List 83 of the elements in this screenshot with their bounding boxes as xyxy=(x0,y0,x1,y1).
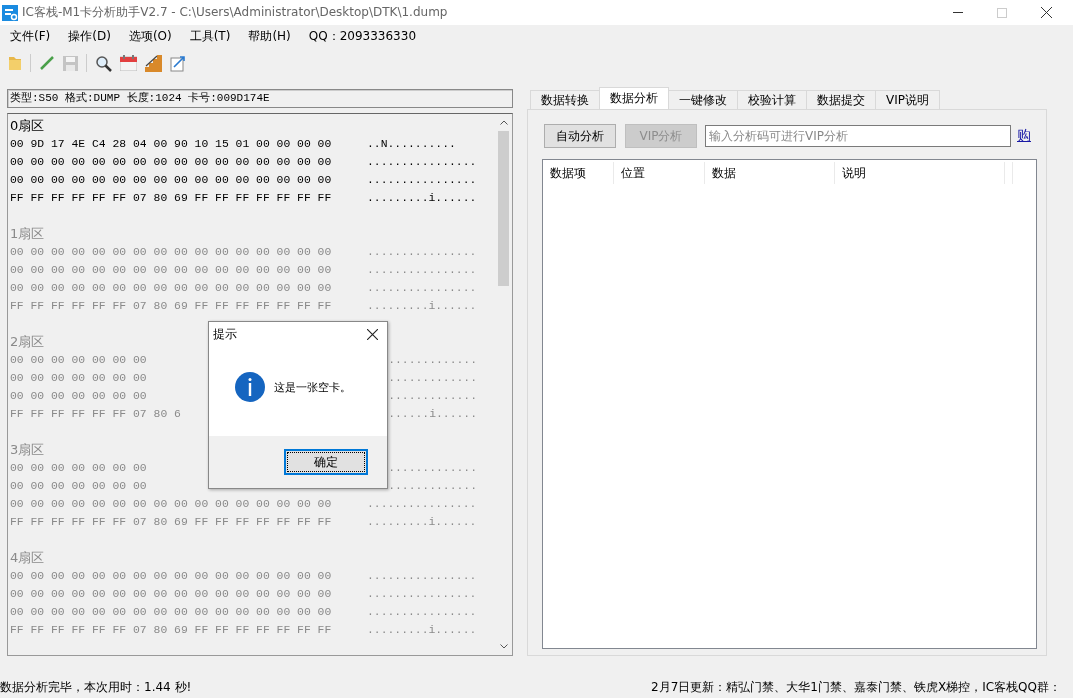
ascii-text: ................ xyxy=(367,263,477,278)
window-title: IC客栈-M1卡分析助手V2.7 - C:\Users\Administrator\Desktop\DTK\1.dump xyxy=(22,4,449,21)
tab[interactable]: 一键修改 xyxy=(668,90,738,109)
analyze-button[interactable]: 自动分析 xyxy=(544,124,616,148)
hex-bytes: 00 00 00 00 00 00 00 00 00 00 00 00 00 00 00 00 xyxy=(10,263,332,278)
sector-label: 2扇区 xyxy=(10,334,45,349)
hex-bytes: FF FF FF FF FF FF 07 80 6 xyxy=(10,407,181,422)
hex-bytes: 00 00 00 00 00 00 00 xyxy=(10,371,147,386)
ascii-text: .........i...... xyxy=(367,299,477,314)
sector-label: 0扇区 xyxy=(10,118,45,133)
ascii-text: ................ xyxy=(367,155,477,170)
dialog-message: 这是一张空卡。 xyxy=(274,379,351,395)
code-input-field[interactable]: 输入分析码可进行VIP分析 xyxy=(705,125,1011,147)
menu-item[interactable]: 帮助(H) xyxy=(248,28,291,45)
ascii-text: ................ xyxy=(367,587,477,602)
pencil-icon[interactable] xyxy=(39,55,55,71)
minimize-icon[interactable] xyxy=(953,11,963,14)
close-icon[interactable] xyxy=(367,328,378,340)
column-header[interactable]: 位置 xyxy=(614,162,705,184)
scroll-down-icon[interactable] xyxy=(499,644,508,649)
ok-button[interactable]: 确定 xyxy=(284,449,368,475)
calendar-icon[interactable] xyxy=(120,55,137,71)
update-notice: 2月7日更新：精弘门禁、大华1门禁、嘉泰门禁、铁虎X梯控，IC客栈QQ群： xyxy=(651,678,1061,696)
hex-bytes: FF FF FF FF FF FF 07 80 69 FF FF FF FF FF FF FF xyxy=(10,191,332,206)
menu-item[interactable]: 选项(O) xyxy=(128,28,172,45)
ascii-text: ................ xyxy=(367,281,477,296)
sector-label: 1扇区 xyxy=(10,226,45,241)
hex-bytes: FF FF FF FF FF FF 07 80 69 FF FF FF FF FF FF FF xyxy=(10,623,332,638)
ascii-text: ............. xyxy=(388,461,477,476)
card-info-field: 类型:S50 格式:DUMP 长度:1024 卡号:009D174E xyxy=(7,89,513,108)
ascii-text: .........i...... xyxy=(367,623,477,638)
tab[interactable]: VIP说明 xyxy=(875,90,940,109)
hex-bytes: 00 9D 17 4E C4 28 04 00 90 10 15 01 00 00 00 00 xyxy=(10,137,332,152)
buy-link[interactable]: 购 xyxy=(1017,127,1031,145)
ascii-text: ................ xyxy=(367,497,477,512)
menu-item[interactable]: QQ：2093336330 xyxy=(308,28,417,45)
close-icon[interactable] xyxy=(1041,7,1052,18)
hex-bytes: 00 00 00 00 00 00 00 00 00 00 00 00 00 00 00 00 xyxy=(10,281,332,296)
menu-item[interactable]: 工具(T) xyxy=(189,28,231,45)
ascii-text: ............. xyxy=(388,353,477,368)
column-header[interactable]: 说明 xyxy=(835,162,1005,184)
search-icon[interactable] xyxy=(95,54,112,72)
hex-bytes: 00 00 00 00 00 00 00 00 00 00 00 00 00 00 00 00 xyxy=(10,569,332,584)
menu-item[interactable]: 操作(D) xyxy=(68,28,111,45)
tab[interactable]: 数据分析 xyxy=(599,87,669,109)
tab[interactable]: 校验计算 xyxy=(737,90,807,109)
hex-bytes: 00 00 00 00 00 00 00 00 00 00 00 00 00 00 00 00 xyxy=(10,155,332,170)
sector-label: 3扇区 xyxy=(10,442,45,457)
ascii-text: ............. xyxy=(388,371,477,386)
ascii-text: ................ xyxy=(367,569,477,584)
status-text: 数据分析完毕，本次用时：1.44 秒! xyxy=(0,678,192,696)
ascii-text: .........i...... xyxy=(367,191,477,206)
hex-bytes: 00 00 00 00 00 00 00 xyxy=(10,389,147,404)
hex-bytes: FF FF FF FF FF FF 07 80 69 FF FF FF FF FF FF FF xyxy=(10,299,332,314)
dialog-title: 提示 xyxy=(213,325,237,343)
ascii-text: ............. xyxy=(388,479,477,494)
hex-bytes: 00 00 00 00 00 00 00 00 00 00 00 00 00 00 00 00 xyxy=(10,587,332,602)
ascii-text: ................ xyxy=(367,605,477,620)
hex-bytes: 00 00 00 00 00 00 00 00 00 00 00 00 00 00 00 00 xyxy=(10,497,332,512)
tab[interactable]: 数据转换 xyxy=(530,90,600,109)
ascii-text: ..N.......... xyxy=(367,137,456,152)
ascii-text: ................ xyxy=(367,245,477,260)
hex-bytes: 00 00 00 00 00 00 00 xyxy=(10,461,147,476)
info-icon xyxy=(235,372,265,402)
ascii-text: ............. xyxy=(388,389,477,404)
hex-bytes: 00 00 00 00 00 00 00 xyxy=(10,353,147,368)
tab[interactable]: 数据提交 xyxy=(806,90,876,109)
hex-bytes: 00 00 00 00 00 00 00 00 00 00 00 00 00 00 00 00 xyxy=(10,173,332,188)
hex-bytes: 00 00 00 00 00 00 00 00 00 00 00 00 00 00 00 00 xyxy=(10,245,332,260)
ascii-text: .........i...... xyxy=(367,515,477,530)
hex-bytes: 00 00 00 00 00 00 00 00 00 00 00 00 00 00 00 00 xyxy=(10,605,332,620)
stairs-chart-icon[interactable] xyxy=(145,54,162,72)
ascii-text: ................ xyxy=(367,173,477,188)
hex-bytes: 00 00 00 00 00 00 00 xyxy=(10,479,147,494)
arrow-tool-icon[interactable] xyxy=(170,54,187,72)
ascii-text: ......i...... xyxy=(388,407,477,422)
menu-item[interactable]: 文件(F) xyxy=(10,28,51,45)
column-header[interactable]: 数据项 xyxy=(543,162,614,184)
hex-bytes: FF FF FF FF FF FF 07 80 69 FF FF FF FF FF FF FF xyxy=(10,515,332,530)
sector-label: 4扇区 xyxy=(10,550,45,565)
scroll-thumb[interactable] xyxy=(498,131,509,286)
scroll-up-icon[interactable] xyxy=(499,120,508,125)
column-header[interactable]: 数据 xyxy=(705,162,835,184)
